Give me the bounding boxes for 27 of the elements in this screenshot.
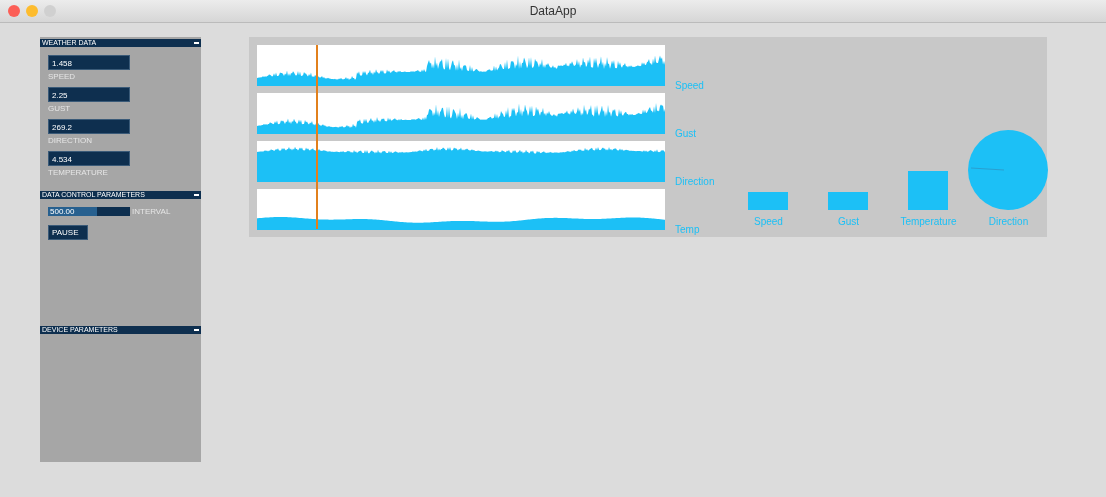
- collapse-icon[interactable]: [194, 193, 199, 197]
- bar-gauge: [748, 192, 789, 210]
- trace-label: Speed: [675, 80, 704, 91]
- bar-gauge: [828, 192, 869, 210]
- slider-label: INTERVAL: [132, 207, 171, 216]
- square-gauge: [908, 171, 949, 210]
- zoom-button[interactable]: [44, 5, 56, 17]
- interval-slider[interactable]: 500.00: [48, 207, 130, 216]
- window-title: DataApp: [529, 4, 577, 18]
- collapse-icon[interactable]: [194, 41, 199, 45]
- gauge-label: Direction: [988, 216, 1029, 227]
- gauge-label: Gust: [837, 216, 860, 227]
- field-label: TEMPERATURE: [48, 168, 108, 177]
- gauge-label: Speed: [754, 216, 783, 227]
- trace-label: Direction: [675, 176, 715, 187]
- value-field[interactable]: 4.534: [48, 151, 130, 166]
- close-button[interactable]: [8, 5, 20, 17]
- value-field[interactable]: 1.458: [48, 55, 130, 70]
- trace-label: Temp: [675, 224, 700, 235]
- pause-button[interactable]: PAUSE: [48, 225, 88, 240]
- value-field[interactable]: 269.2: [48, 119, 130, 134]
- field-label: DIRECTION: [48, 136, 92, 145]
- gauge-label: Temperature: [900, 216, 957, 227]
- value-field[interactable]: 2.25: [48, 87, 130, 102]
- minimize-button[interactable]: [26, 5, 38, 17]
- trace-label: Gust: [675, 128, 697, 139]
- collapse-icon[interactable]: [194, 328, 199, 332]
